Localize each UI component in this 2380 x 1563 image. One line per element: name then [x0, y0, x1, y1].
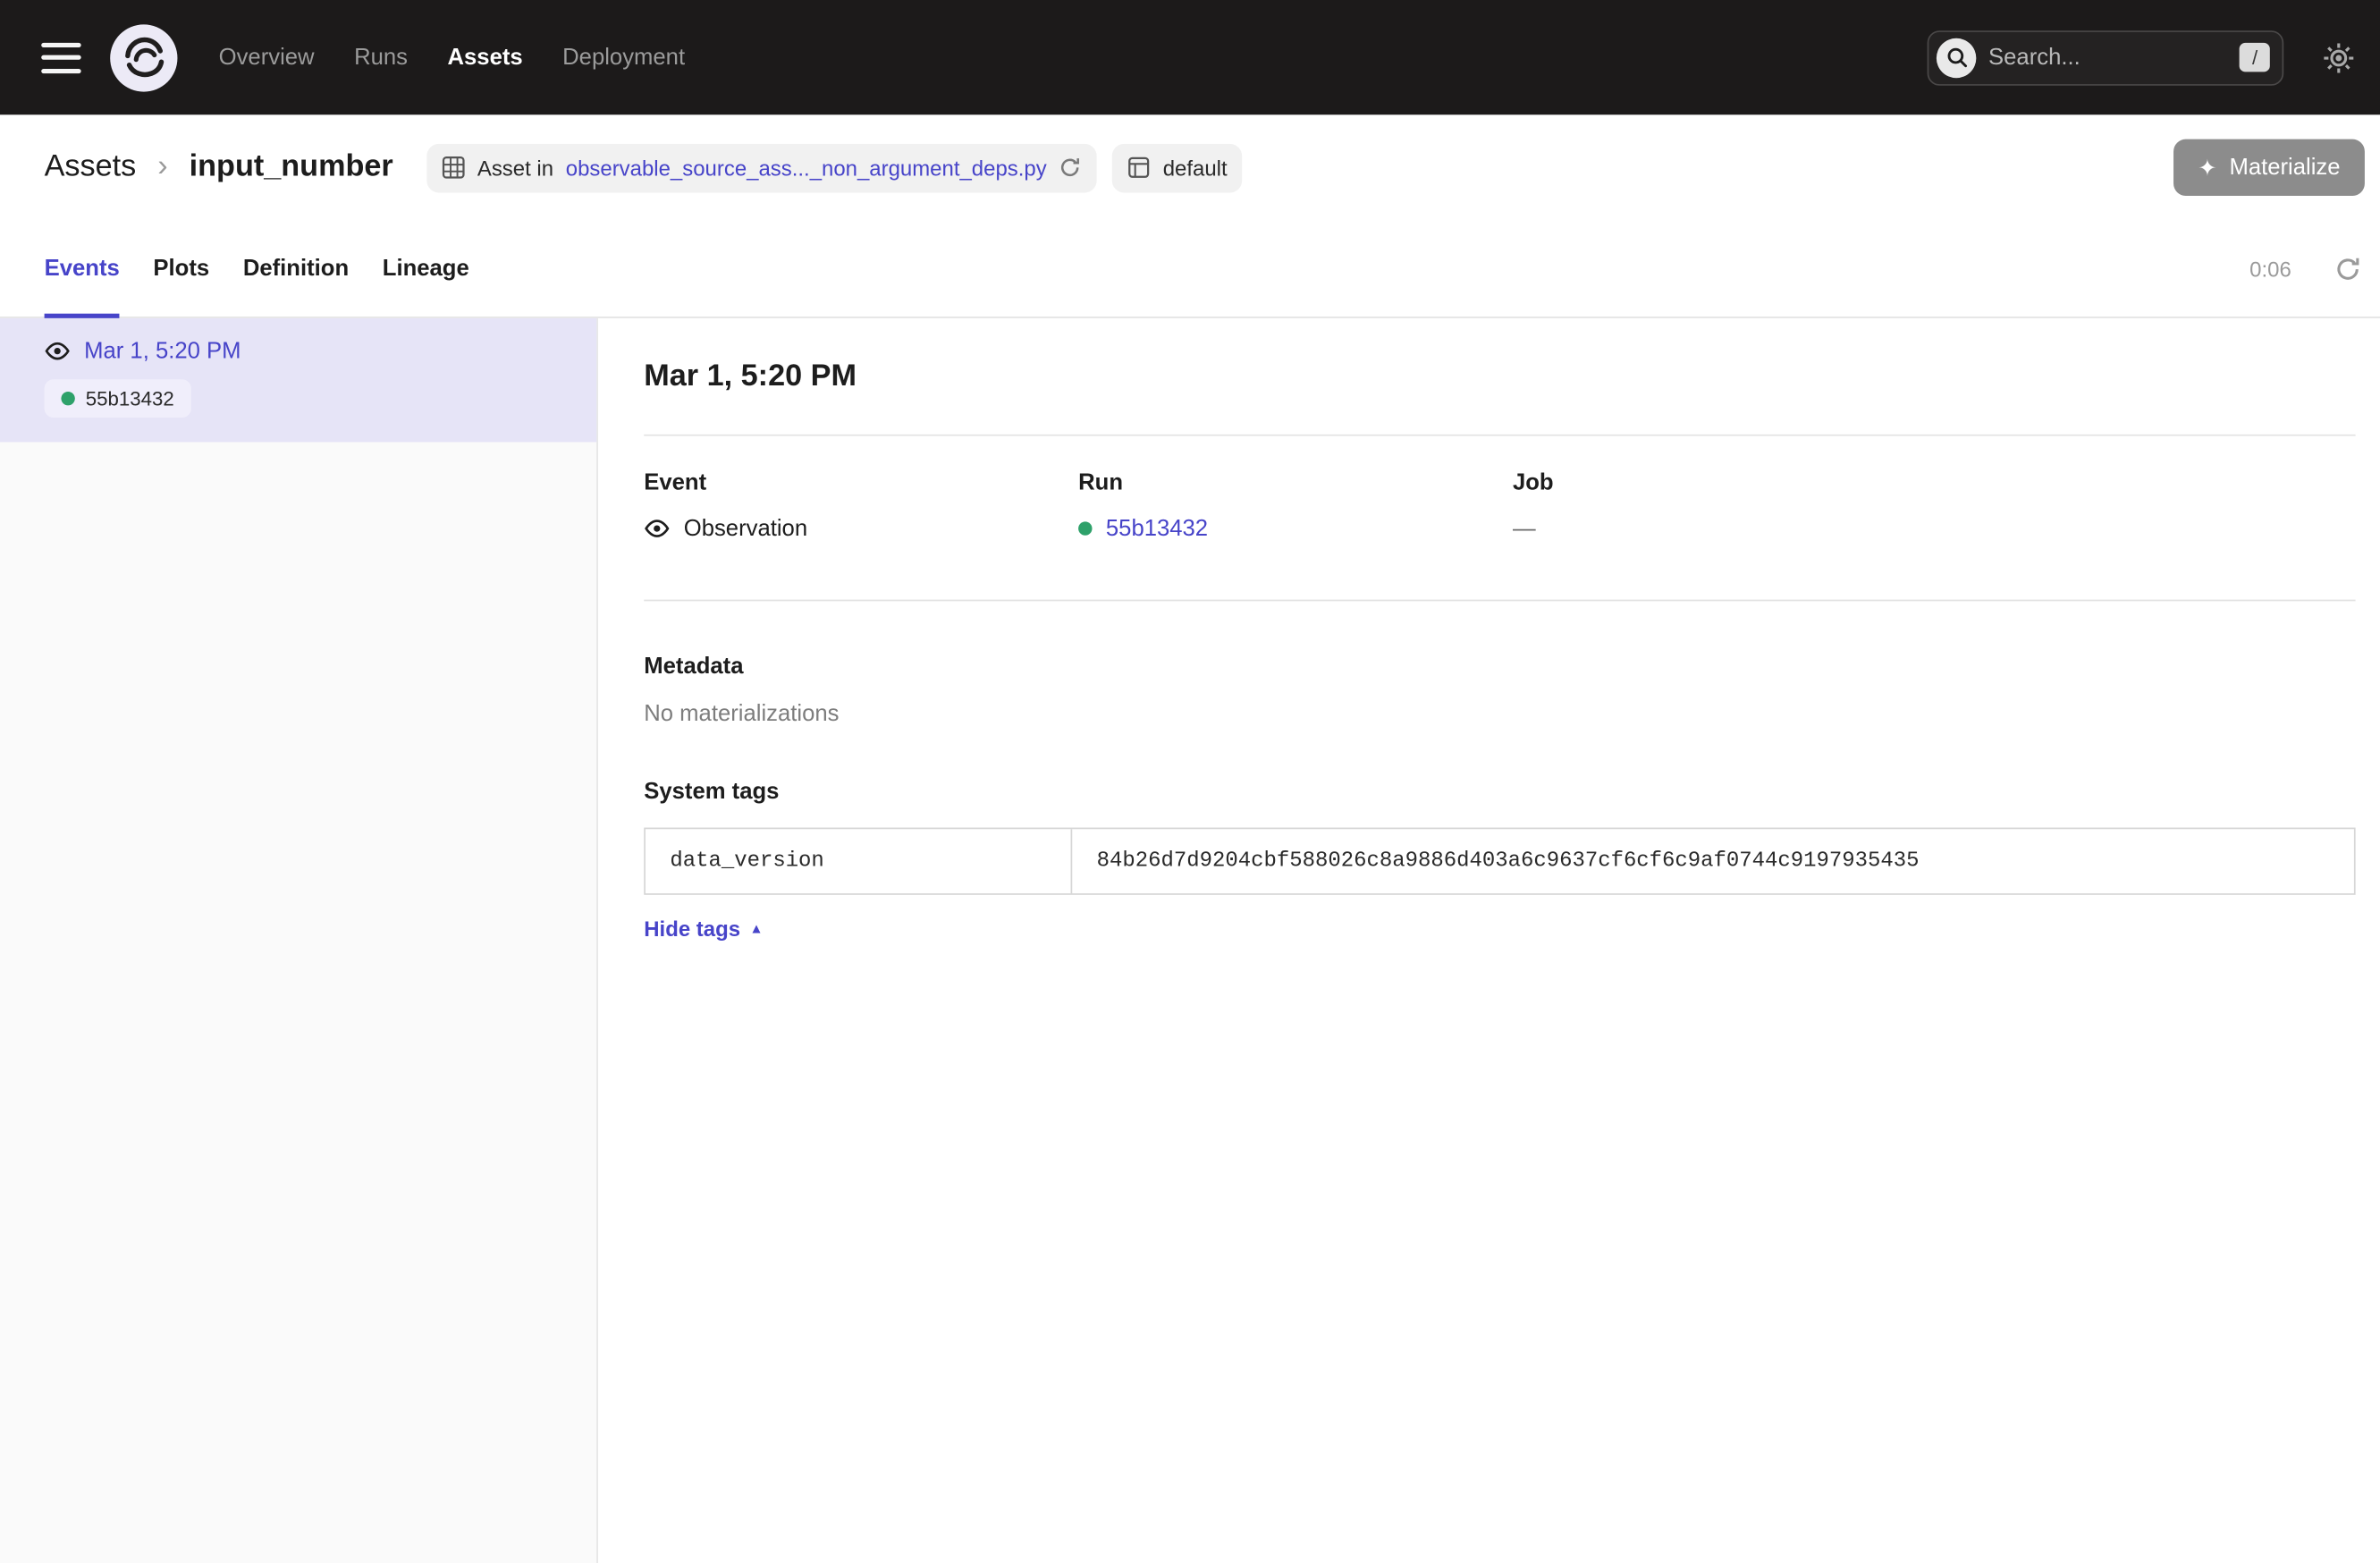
- event-timestamp: Mar 1, 5:20 PM: [84, 338, 241, 364]
- event-list-item[interactable]: Mar 1, 5:20 PM 55b13432: [0, 318, 596, 443]
- materialize-button-label: Materialize: [2229, 155, 2340, 181]
- refresh-icon[interactable]: [2334, 255, 2362, 283]
- search-shortcut-key: /: [2240, 42, 2270, 72]
- gear-icon[interactable]: [2322, 40, 2356, 74]
- dagster-logo[interactable]: [108, 22, 179, 93]
- search-box[interactable]: /: [1928, 30, 2284, 85]
- table-grid-icon: [443, 156, 466, 180]
- event-column-label: Event: [644, 469, 1078, 495]
- event-summary-columns: Event Observation Run: [644, 469, 2355, 541]
- event-type-value: Observation: [684, 516, 807, 542]
- nav-item-assets[interactable]: Assets: [447, 45, 522, 71]
- nav-item-overview[interactable]: Overview: [219, 45, 315, 71]
- sparkle-icon: ✦: [2198, 154, 2217, 182]
- metadata-empty-text: No materializations: [644, 701, 2355, 727]
- job-empty-value: —: [1513, 516, 1536, 542]
- run-status-dot: [61, 392, 74, 405]
- search-input[interactable]: [1988, 45, 2228, 71]
- eye-icon: [644, 519, 670, 538]
- event-detail-panel: Mar 1, 5:20 PM Event Observation: [598, 318, 2380, 1563]
- tab-lineage[interactable]: Lineage: [383, 220, 469, 317]
- asset-name-title: input_number: [190, 150, 393, 185]
- asset-file-link[interactable]: observable_source_ass..._non_argument_de…: [566, 156, 1047, 180]
- refresh-timer-label: 0:06: [2249, 257, 2291, 281]
- content-area: Mar 1, 5:20 PM 55b13432 Mar 1, 5:20 PM E…: [0, 318, 2380, 1563]
- run-id-badge[interactable]: 55b13432: [45, 379, 191, 418]
- event-detail-title: Mar 1, 5:20 PM: [644, 359, 2355, 394]
- divider: [644, 435, 2355, 436]
- page-header: Assets › input_number Asset in observabl…: [0, 114, 2380, 220]
- metadata-heading: Metadata: [644, 654, 2355, 680]
- run-id-badge-label: 55b13432: [86, 387, 174, 410]
- run-status-dot: [1078, 521, 1092, 535]
- job-column-label: Job: [1513, 469, 1947, 495]
- reload-icon[interactable]: [1059, 156, 1082, 180]
- tag-key-cell: data_version: [646, 829, 1072, 893]
- group-badge-label: default: [1163, 156, 1228, 180]
- hide-tags-link[interactable]: Hide tags ▲: [644, 917, 763, 941]
- group-badge-default[interactable]: default: [1112, 143, 1242, 192]
- chevron-right-icon: ›: [157, 150, 167, 185]
- asset-location-badge: Asset in observable_source_ass..._non_ar…: [426, 143, 1097, 192]
- breadcrumb-assets-link[interactable]: Assets: [45, 150, 137, 185]
- system-tags-table: data_version 84b26d7d9204cbf588026c8a988…: [644, 828, 2355, 895]
- nav-item-deployment[interactable]: Deployment: [562, 45, 685, 71]
- run-column: Run 55b13432: [1078, 469, 1513, 541]
- asset-in-label: Asset in: [477, 156, 553, 180]
- tab-plots[interactable]: Plots: [153, 220, 209, 317]
- tab-bar: Events Plots Definition Lineage 0:06: [0, 220, 2380, 317]
- search-icon: [1937, 38, 1976, 77]
- system-tags-heading: System tags: [644, 779, 2355, 805]
- group-icon: [1127, 156, 1151, 180]
- hamburger-menu-icon[interactable]: [41, 42, 80, 72]
- job-column: Job —: [1513, 469, 1947, 541]
- divider: [644, 600, 2355, 602]
- event-column: Event Observation: [644, 469, 1078, 541]
- run-id-link[interactable]: 55b13432: [1106, 516, 1208, 542]
- tab-definition[interactable]: Definition: [243, 220, 349, 317]
- event-list-sidebar: Mar 1, 5:20 PM 55b13432: [0, 318, 598, 1563]
- hide-tags-label: Hide tags: [644, 917, 740, 941]
- tab-events[interactable]: Events: [45, 220, 120, 317]
- top-nav: Overview Runs Assets Deployment /: [0, 0, 2380, 114]
- primary-nav: Overview Runs Assets Deployment: [219, 45, 685, 71]
- eye-icon: [45, 342, 71, 361]
- tag-value-cell: 84b26d7d9204cbf588026c8a9886d403a6c9637c…: [1072, 829, 2354, 893]
- run-column-label: Run: [1078, 469, 1513, 495]
- caret-up-icon: ▲: [749, 921, 763, 936]
- app-root: Overview Runs Assets Deployment /: [0, 0, 2380, 1563]
- materialize-button[interactable]: ✦ Materialize: [2173, 139, 2365, 196]
- nav-item-runs[interactable]: Runs: [354, 45, 408, 71]
